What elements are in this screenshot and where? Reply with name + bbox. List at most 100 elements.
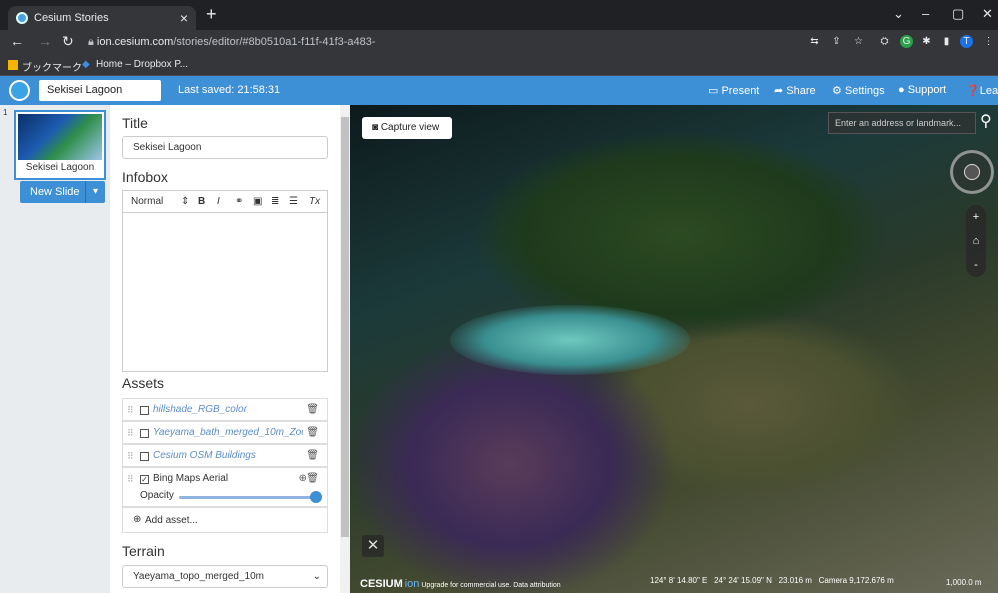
bookmark-dropbox[interactable]: Home – Dropbox P... xyxy=(96,59,188,70)
back-icon[interactable]: ← xyxy=(10,33,24,49)
slide-number: 1 xyxy=(3,108,8,117)
sidepanel-icon[interactable]: ▮ xyxy=(940,35,953,48)
search-icon[interactable]: ⚲ xyxy=(980,111,992,131)
asset-checkbox-checked[interactable]: ✓ xyxy=(140,475,149,484)
story-title-input[interactable]: Sekisei Lagoon xyxy=(39,80,161,101)
terrain-select[interactable]: Yaeyama_topo_merged_10m ⌄ xyxy=(122,565,328,588)
grammarly-icon[interactable]: G xyxy=(900,35,913,48)
data-attribution-link[interactable]: Data attribution xyxy=(513,582,560,589)
menu-icon[interactable]: ⋮ xyxy=(982,35,995,48)
infobox-editor[interactable] xyxy=(122,212,328,372)
asset-row[interactable]: ⠿ ✓ Bing Maps Aerial ⊕ 🗑︎ Opacity xyxy=(122,467,328,507)
bold-icon[interactable]: B xyxy=(198,191,205,212)
editor-scrollbar-thumb[interactable] xyxy=(341,117,349,537)
share-button[interactable]: ➦ Share xyxy=(774,84,816,97)
asset-row[interactable]: ⠿ Cesium OSM Buildings 🗑︎ xyxy=(122,444,328,467)
present-button[interactable]: ▭ Present xyxy=(708,84,759,97)
new-tab-icon[interactable]: + xyxy=(206,4,217,25)
vr-icon[interactable]: ✕ xyxy=(362,535,384,557)
trash-icon[interactable]: 🗑︎ xyxy=(306,473,319,484)
capture-view-button[interactable]: ◙ Capture view xyxy=(362,117,452,139)
slide-thumbnail-label: Sekisei Lagoon xyxy=(25,162,95,173)
camera-icon: ◙ xyxy=(372,122,381,133)
add-asset-button[interactable]: Add asset... xyxy=(145,515,198,526)
add-asset-row[interactable]: ⊕ Add asset... xyxy=(122,507,328,533)
slide-thumbnail[interactable]: Sekisei Lagoon xyxy=(14,110,106,180)
chevron-down-icon[interactable]: ⌄ xyxy=(893,6,904,22)
asset-checkbox[interactable] xyxy=(140,429,149,438)
globe-map-view[interactable]: ◙ Capture view Enter an address or landm… xyxy=(350,105,998,593)
reload-icon[interactable]: ↻ xyxy=(62,33,74,50)
trash-icon[interactable]: 🗑︎ xyxy=(306,404,319,415)
browser-tab[interactable]: Cesium Stories × xyxy=(8,6,196,30)
title-input[interactable]: Sekisei Lagoon xyxy=(122,136,328,159)
link-icon[interactable]: ⚭ xyxy=(235,191,243,212)
bookmark-folder[interactable]: ブックマーク xyxy=(22,59,82,74)
share-page-icon[interactable]: ⇪ xyxy=(830,35,843,48)
url-field[interactable]: 🔒︎ ion.cesium.com/stories/editor/#8b0510… xyxy=(88,34,418,65)
drag-handle-icon[interactable]: ⠿ xyxy=(127,451,134,462)
asset-row[interactable]: ⠿ hillshade_RGB_color 🗑︎ xyxy=(122,398,328,421)
app-header: Sekisei Lagoon Last saved: 21:58:31 ▭ Pr… xyxy=(0,76,998,105)
latitude-readout: 24° 24' 15.09" N xyxy=(714,576,772,585)
home-icon[interactable]: ⌂ xyxy=(966,229,986,253)
close-window-icon[interactable]: ✕ xyxy=(982,6,993,22)
zoom-out-button[interactable]: - xyxy=(966,253,986,277)
minimize-icon[interactable]: – xyxy=(922,6,929,21)
extension-icon[interactable]: ⛭ xyxy=(878,35,891,48)
forward-icon[interactable]: → xyxy=(38,33,52,49)
cesium-favicon-icon xyxy=(16,12,28,24)
navigation-compass[interactable] xyxy=(950,150,994,194)
opacity-slider-thumb[interactable] xyxy=(310,491,322,503)
asset-name: hillshade_RGB_color xyxy=(153,404,247,415)
learn-button[interactable]: ❓Learn xyxy=(966,84,998,97)
share-label: Share xyxy=(786,85,816,97)
asset-checkbox[interactable] xyxy=(140,452,149,461)
editor-scrollbar[interactable] xyxy=(340,105,350,593)
format-select[interactable]: Normal xyxy=(131,191,163,212)
opacity-slider-track[interactable] xyxy=(179,496,319,499)
asset-row[interactable]: ⠿ Yaeyama_bath_merged_10m_Zoom_F 🗑︎ xyxy=(122,421,328,444)
translate-icon[interactable]: ⇆ xyxy=(808,35,821,48)
credits-bar: CESIUM ion Upgrade for commercial use. D… xyxy=(360,575,561,593)
assets-heading: Assets xyxy=(122,375,165,391)
italic-icon[interactable]: I xyxy=(217,191,220,212)
drag-handle-icon[interactable]: ⠿ xyxy=(127,405,134,416)
lagoon-shore-area xyxy=(450,305,690,375)
lock-icon: 🔒︎ xyxy=(88,36,97,48)
plus-circle-icon: ⊕ xyxy=(133,514,142,525)
cesium-logo[interactable]: CESIUM xyxy=(360,578,403,590)
slide-thumbnail-image xyxy=(18,114,102,160)
asset-name: Yaeyama_bath_merged_10m_Zoom_F xyxy=(153,427,303,438)
compass-center-icon[interactable] xyxy=(964,164,980,180)
profile-avatar[interactable]: T xyxy=(960,35,973,48)
geocoder-search-input[interactable]: Enter an address or landmark... xyxy=(828,112,976,134)
trash-icon[interactable]: 🗑︎ xyxy=(306,450,319,461)
support-button[interactable]: ● Support xyxy=(898,84,946,96)
url-host: ion.cesium.com xyxy=(96,36,174,48)
zoom-in-button[interactable]: + xyxy=(966,205,986,229)
title-heading: Title xyxy=(122,115,148,131)
support-label: Support xyxy=(907,84,947,96)
bookmark-star-icon[interactable]: ☆ xyxy=(852,35,865,48)
drag-handle-icon[interactable]: ⠿ xyxy=(127,474,134,485)
settings-button[interactable]: ⚙ Settings xyxy=(832,84,885,97)
ordered-list-icon[interactable]: ≣ xyxy=(271,191,279,212)
cesium-logo-icon[interactable] xyxy=(9,80,30,101)
drag-handle-icon[interactable]: ⠿ xyxy=(127,428,134,439)
maximize-icon[interactable]: ▢ xyxy=(952,6,964,22)
infobox-heading: Infobox xyxy=(122,169,168,185)
puzzle-icon[interactable]: ✱ xyxy=(920,35,933,48)
chevron-down-icon[interactable]: ▾ xyxy=(85,181,105,203)
new-slide-button[interactable]: New Slide ▾ xyxy=(20,181,105,203)
asset-checkbox[interactable] xyxy=(140,406,149,415)
close-tab-icon[interactable]: × xyxy=(180,6,188,30)
image-icon[interactable]: ▣ xyxy=(253,191,262,212)
format-select-arrows-icon[interactable]: ⇕ xyxy=(181,191,189,212)
clear-format-icon[interactable]: Tx xyxy=(309,191,320,212)
trash-icon[interactable]: 🗑︎ xyxy=(306,427,319,438)
upgrade-link[interactable]: Upgrade for commercial use. xyxy=(421,582,511,589)
folder-icon xyxy=(8,60,18,70)
zoom-controls: + ⌂ - xyxy=(966,205,986,277)
bullet-list-icon[interactable]: ☰ xyxy=(289,191,298,212)
